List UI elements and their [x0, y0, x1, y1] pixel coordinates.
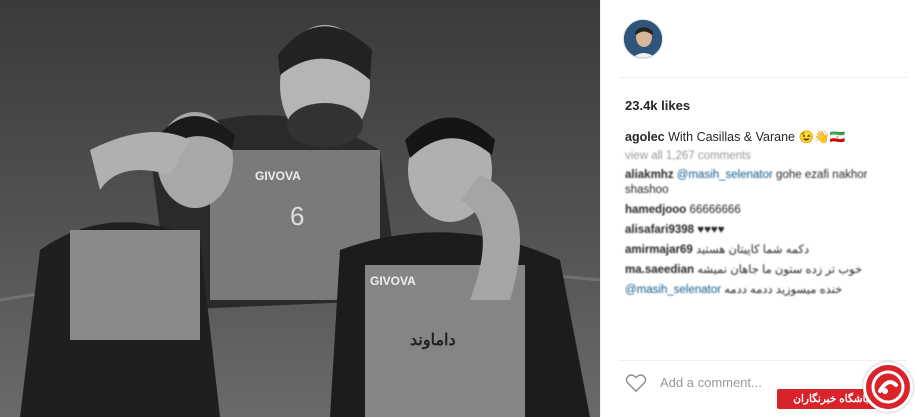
caption-user[interactable]: agolec — [625, 130, 665, 144]
comment-user[interactable]: ma.saeedian — [625, 264, 694, 276]
view-all-comments-link[interactable]: view all 1,267 comments — [625, 150, 913, 162]
comment-user[interactable]: aliakmhz — [625, 169, 674, 181]
user-avatar[interactable] — [623, 19, 663, 59]
jersey-number: 6 — [290, 201, 304, 231]
post-sidebar: 23.4k likes agolec With Casillas & Varan… — [600, 0, 917, 417]
header-divider — [619, 77, 907, 78]
watermark-logo: باشگاه خبرنگاران — [777, 362, 917, 417]
comment-mention[interactable]: @masih_selenator — [625, 284, 721, 296]
comment-text: ♥♥♥♥ — [697, 224, 725, 236]
jersey-brand: GIVOVA — [255, 169, 301, 183]
comment-user[interactable]: amirmajar69 — [625, 244, 693, 256]
comment-item: @masih_selenator خنده میسوزید ددمه ددمه — [625, 283, 913, 298]
heart-icon[interactable] — [625, 373, 647, 393]
comment-text: خنده میسوزید ددمه ددمه — [724, 284, 843, 296]
caption: agolec With Casillas & Varane 😉👋🇮🇷 — [625, 130, 913, 145]
comment-text: خوب تر زده ستون ما جاهان نمیشه — [697, 264, 863, 276]
likes-count[interactable]: 23.4k likes — [625, 98, 690, 113]
comment-text: دکمه شما کاپیتان هستید — [695, 244, 810, 256]
comment-item: hamedjooo 66666666 — [625, 203, 913, 218]
caption-emojis: 😉👋🇮🇷 — [798, 130, 846, 144]
comment-mention[interactable]: @masih_selenator — [677, 169, 773, 181]
comment-item: ma.saeedian خوب تر زده ستون ما جاهان نمی… — [625, 263, 913, 278]
comment-user[interactable]: hamedjooo — [625, 204, 686, 216]
comment-item: amirmajar69 دکمه شما کاپیتان هستید — [625, 243, 913, 258]
comments-list: agolec With Casillas & Varane 😉👋🇮🇷 view … — [625, 130, 913, 303]
add-comment-input[interactable]: Add a comment... — [660, 375, 762, 390]
sponsor-text: داماوند — [410, 332, 456, 350]
comment-item: alisafari9398 ♥♥♥♥ — [625, 223, 913, 238]
caption-text: With Casillas & Varane — [668, 130, 795, 144]
svg-text:GIVOVA: GIVOVA — [370, 274, 416, 288]
post-photo[interactable]: 6 GIVOVA GIVOVA داماوند — [0, 0, 600, 417]
comment-user[interactable]: alisafari9398 — [625, 224, 694, 236]
footer-divider — [619, 360, 907, 361]
watermark-emblem-icon — [863, 362, 913, 412]
comment-item: aliakmhz @masih_selenator gohe ezafi nak… — [625, 168, 913, 198]
comment-text: 66666666 — [689, 204, 741, 216]
